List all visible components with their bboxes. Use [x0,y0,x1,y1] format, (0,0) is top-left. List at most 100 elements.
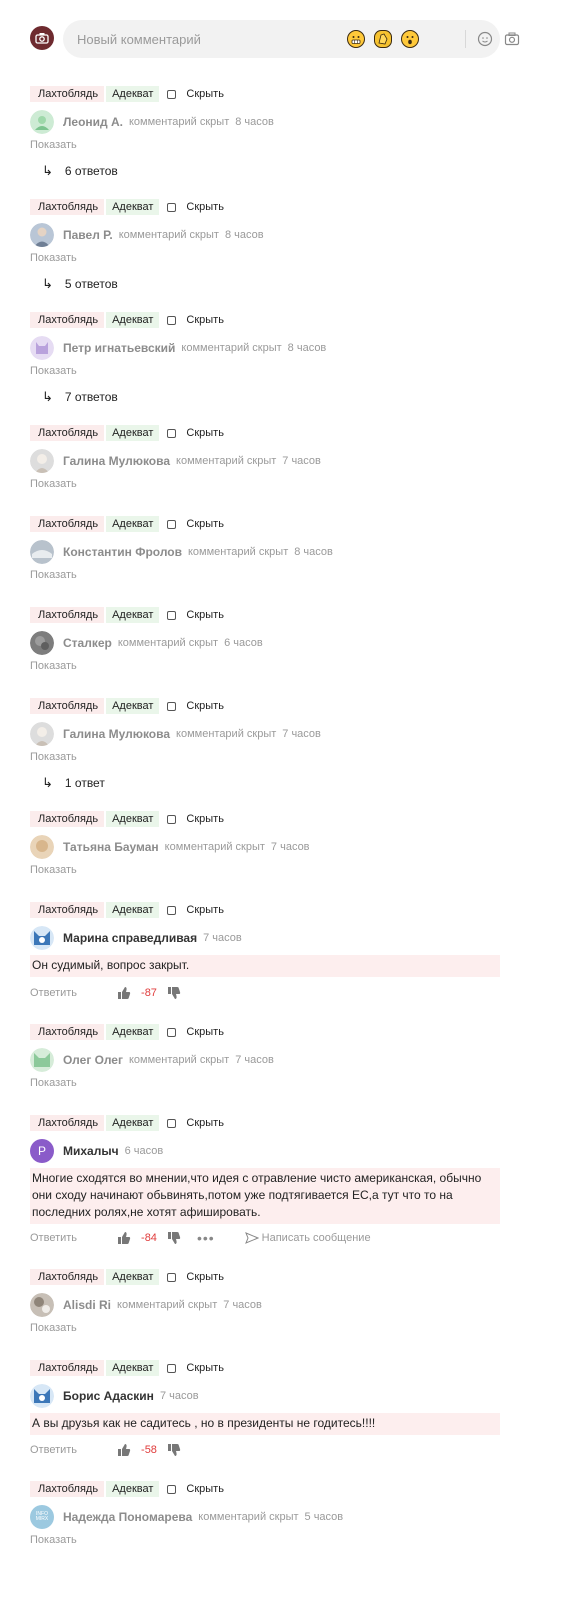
bad-tag[interactable]: Лахтоблядь [30,811,105,827]
like-icon[interactable] [117,1231,131,1245]
hide-label[interactable]: Скрыть [186,904,224,916]
bad-tag[interactable]: Лахтоблядь [30,902,105,918]
hide-checkbox[interactable] [167,701,177,711]
dislike-icon[interactable] [167,986,181,1000]
avatar[interactable] [30,1384,54,1408]
hide-label[interactable]: Скрыть [186,609,224,621]
bad-tag[interactable]: Лахтоблядь [30,1481,105,1497]
avatar[interactable]: INFO MIRX [30,1505,54,1529]
author-name[interactable]: Леонид А. [63,115,123,129]
good-tag[interactable]: Адекват [106,86,160,102]
author-name[interactable]: Марина справедливая [63,931,197,945]
author-name[interactable]: Константин Фролов [63,545,182,559]
clap-emoji-icon[interactable] [374,30,392,48]
good-tag[interactable]: Адекват [106,1024,160,1040]
avatar[interactable] [30,336,54,360]
hide-label[interactable]: Скрыть [186,88,224,100]
good-tag[interactable]: Адекват [106,1269,160,1285]
show-link[interactable]: Показать [30,365,77,377]
author-name[interactable]: Татьяна Бауман [63,840,159,854]
bad-tag[interactable]: Лахтоблядь [30,1269,105,1285]
author-name[interactable]: Олег Олег [63,1053,123,1067]
user-avatar[interactable] [30,26,54,50]
surprised-emoji-icon[interactable] [401,30,419,48]
hide-checkbox[interactable] [167,202,177,212]
more-options-icon[interactable]: ••• [197,1230,215,1246]
reply-button[interactable]: Ответить [30,987,77,999]
hide-label[interactable]: Скрыть [186,201,224,213]
send-message-button[interactable]: Написать сообщение [244,1232,371,1244]
hide-checkbox[interactable] [167,1027,177,1037]
hide-label[interactable]: Скрыть [186,813,224,825]
avatar[interactable] [30,1048,54,1072]
hide-label[interactable]: Скрыть [186,518,224,530]
hide-label[interactable]: Скрыть [186,700,224,712]
avatar[interactable] [30,631,54,655]
hide-checkbox[interactable] [167,905,177,915]
hide-label[interactable]: Скрыть [186,1362,224,1374]
bad-tag[interactable]: Лахтоблядь [30,698,105,714]
bad-tag[interactable]: Лахтоблядь [30,1024,105,1040]
hide-label[interactable]: Скрыть [186,427,224,439]
good-tag[interactable]: Адекват [106,902,160,918]
author-name[interactable]: Alisdi Ri [63,1298,111,1312]
dislike-icon[interactable] [167,1443,181,1457]
good-tag[interactable]: Адекват [106,1115,160,1131]
avatar[interactable] [30,110,54,134]
bad-tag[interactable]: Лахтоблядь [30,312,105,328]
author-name[interactable]: Надежда Пономарева [63,1510,192,1524]
grimace-emoji-icon[interactable] [347,30,365,48]
author-name[interactable]: Сталкер [63,636,112,650]
hide-checkbox[interactable] [167,1363,177,1373]
hide-label[interactable]: Скрыть [186,1026,224,1038]
bad-tag[interactable]: Лахтоблядь [30,86,105,102]
hide-checkbox[interactable] [167,814,177,824]
show-link[interactable]: Показать [30,139,77,151]
hide-label[interactable]: Скрыть [186,1483,224,1495]
show-link[interactable]: Показать [30,1077,77,1089]
show-link[interactable]: Показать [30,569,77,581]
replies-toggle[interactable]: ↳ 7 ответов [42,389,118,405]
show-link[interactable]: Показать [30,1534,77,1546]
author-name[interactable]: Петр игнатьевский [63,341,175,355]
smile-picker-icon[interactable] [477,31,493,47]
like-icon[interactable] [117,1443,131,1457]
avatar[interactable] [30,223,54,247]
avatar[interactable] [30,1293,54,1317]
author-name[interactable]: Михалыч [63,1144,119,1158]
reply-button[interactable]: Ответить [30,1232,77,1244]
avatar[interactable] [30,540,54,564]
hide-checkbox[interactable] [167,1484,177,1494]
good-tag[interactable]: Адекват [106,1360,160,1376]
hide-checkbox[interactable] [167,428,177,438]
hide-checkbox[interactable] [167,1118,177,1128]
good-tag[interactable]: Адекват [106,1481,160,1497]
hide-checkbox[interactable] [167,89,177,99]
good-tag[interactable]: Адекват [106,516,160,532]
bad-tag[interactable]: Лахтоблядь [30,607,105,623]
show-link[interactable]: Показать [30,751,77,763]
author-name[interactable]: Павел Р. [63,228,113,242]
good-tag[interactable]: Адекват [106,811,160,827]
show-link[interactable]: Показать [30,478,77,490]
avatar[interactable] [30,449,54,473]
show-link[interactable]: Показать [30,864,77,876]
show-link[interactable]: Показать [30,252,77,264]
author-name[interactable]: Галина Мулюкова [63,727,170,741]
replies-toggle[interactable]: ↳ 1 ответ [42,775,105,791]
show-link[interactable]: Показать [30,1322,77,1334]
hide-checkbox[interactable] [167,1272,177,1282]
show-link[interactable]: Показать [30,660,77,672]
reply-button[interactable]: Ответить [30,1444,77,1456]
photo-attach-icon[interactable] [504,31,520,47]
hide-checkbox[interactable] [167,315,177,325]
hide-label[interactable]: Скрыть [186,1117,224,1129]
good-tag[interactable]: Адекват [106,312,160,328]
good-tag[interactable]: Адекват [106,199,160,215]
avatar[interactable] [30,926,54,950]
hide-checkbox[interactable] [167,610,177,620]
bad-tag[interactable]: Лахтоблядь [30,425,105,441]
hide-label[interactable]: Скрыть [186,314,224,326]
replies-toggle[interactable]: ↳ 6 ответов [42,163,118,179]
good-tag[interactable]: Адекват [106,425,160,441]
